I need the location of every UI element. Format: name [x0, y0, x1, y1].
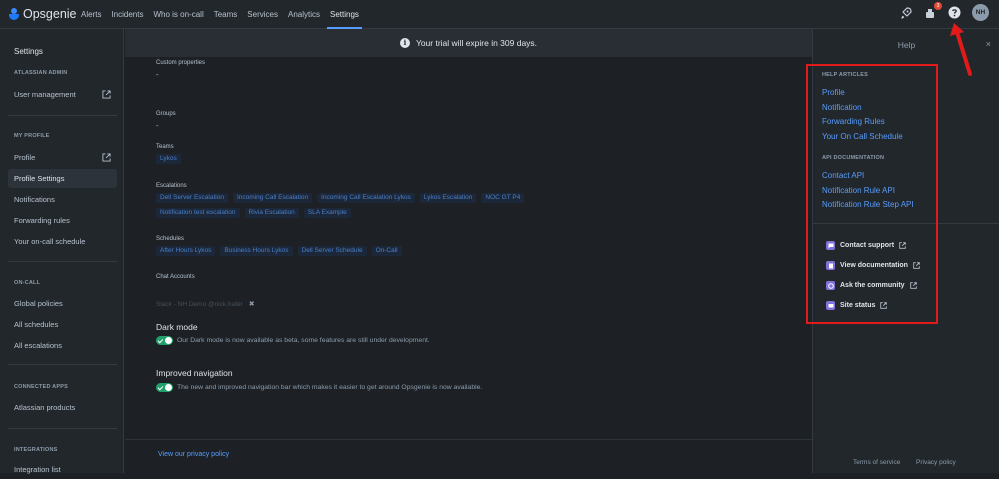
trial-banner: i Your trial will expire in 309 days.: [125, 29, 812, 57]
escalation-chip[interactable]: Incoming Call Escalation Lykos: [317, 193, 415, 203]
notifications-icon[interactable]: 3: [922, 1, 942, 21]
notification-count-badge: 3: [934, 1, 942, 10]
remove-icon[interactable]: ✖: [249, 300, 255, 308]
avatar[interactable]: NH: [972, 4, 989, 21]
escalation-chip[interactable]: NOC GT P4: [481, 193, 525, 203]
schedules-label: Schedules: [156, 236, 185, 242]
sidebar-title: Settings: [14, 47, 43, 56]
dark-mode-toggle[interactable]: [156, 336, 173, 345]
top-icons: 3 NH: [898, 1, 989, 21]
escalation-chip[interactable]: Rivia Escalation: [244, 208, 299, 218]
annotation-arrow-icon: [950, 23, 972, 76]
profile-settings-content: Custom properties - Groups - Teams Lykos…: [125, 57, 812, 473]
terms-of-service-link[interactable]: Terms of service: [853, 459, 900, 466]
escalation-chip[interactable]: Lykos Escalation: [419, 193, 477, 203]
sidebar-item-all-escalations[interactable]: All escalations: [8, 336, 117, 355]
nav-incidents[interactable]: Incidents: [106, 0, 148, 29]
custom-properties-label: Custom properties: [156, 60, 206, 66]
sidebar-divider: [8, 261, 117, 262]
rocket-icon[interactable]: [898, 5, 914, 21]
groups-label: Groups: [156, 111, 176, 117]
sidebar-item-integration-list[interactable]: Integration list: [8, 460, 117, 479]
schedule-chip[interactable]: Business Hours Lykos: [220, 246, 293, 256]
schedule-chip[interactable]: Dell Server Schedule: [297, 246, 367, 256]
dark-mode-title: Dark mode: [156, 322, 198, 332]
sidebar-item-atlassian-products[interactable]: Atlassian products: [8, 398, 117, 417]
opsgenie-logo-icon: [9, 8, 19, 20]
schedule-chip[interactable]: On-Call: [371, 246, 402, 256]
section-connected-apps: CONNECTED APPS: [14, 384, 68, 390]
nav-settings[interactable]: Settings: [325, 0, 364, 29]
opsgenie-logo[interactable]: Opsgenie: [9, 7, 77, 21]
sidebar-divider: [8, 428, 117, 429]
external-link-icon: [102, 153, 111, 162]
dark-mode-row: Our Dark mode is now available as beta, …: [156, 336, 430, 345]
improved-navigation-description: The new and improved navigation bar whic…: [177, 384, 483, 391]
sidebar-item-all-schedules[interactable]: All schedules: [8, 315, 117, 334]
sidebar-divider: [8, 115, 117, 116]
section-integrations: INTEGRATIONS: [14, 447, 58, 453]
dark-mode-description: Our Dark mode is now available as beta, …: [177, 337, 430, 344]
teams-label: Teams: [156, 144, 174, 150]
team-chip[interactable]: Lykos: [156, 154, 181, 164]
sidebar-item-label: User management: [14, 90, 76, 99]
section-my-profile: MY PROFILE: [14, 133, 50, 139]
escalations-label: Escalations: [156, 183, 187, 189]
sidebar-item-profile-settings[interactable]: Profile Settings: [8, 169, 117, 188]
sidebar-divider: [8, 364, 117, 365]
nav-alerts[interactable]: Alerts: [76, 0, 106, 29]
settings-sidebar: Settings ATLASSIAN ADMIN User management…: [0, 29, 124, 474]
improved-navigation-toggle[interactable]: [156, 383, 173, 392]
sidebar-item-forwarding-rules[interactable]: Forwarding rules: [8, 211, 117, 230]
sidebar-item-profile[interactable]: Profile: [8, 148, 117, 167]
improved-navigation-title: Improved navigation: [156, 368, 233, 378]
section-on-call: ON-CALL: [14, 280, 41, 286]
sidebar-item-label: Profile: [14, 153, 36, 162]
privacy-policy-link[interactable]: View our privacy policy: [158, 451, 229, 458]
escalation-chip[interactable]: SLA Example: [303, 208, 351, 218]
info-icon: i: [399, 38, 410, 48]
chat-account: Slack - NH Demo @nick.hafer ✖: [156, 300, 255, 309]
section-atlassian-admin: ATLASSIAN ADMIN: [14, 70, 68, 76]
close-icon[interactable]: ×: [986, 39, 991, 49]
highlight-box: [806, 64, 938, 324]
escalations-chips: Dell Server Escalation Incoming Call Esc…: [156, 193, 596, 218]
groups-value: -: [156, 121, 159, 130]
teams-chips: Lykos: [156, 154, 596, 164]
privacy-policy-link[interactable]: Privacy policy: [916, 459, 956, 466]
schedules-chips: After Hours Lykos Business Hours Lykos D…: [156, 246, 596, 256]
custom-properties-value: -: [156, 70, 159, 79]
trial-text: Your trial will expire in 309 days.: [415, 38, 538, 48]
chat-account-value: Slack - NH Demo @nick.hafer: [156, 300, 243, 308]
external-link-icon: [102, 90, 111, 99]
sidebar-item-oncall-schedule[interactable]: Your on-call schedule: [8, 232, 117, 251]
nav-analytics[interactable]: Analytics: [283, 0, 325, 29]
help-icon[interactable]: [946, 5, 962, 21]
nav-who-is-on-call[interactable]: Who is on-call: [148, 0, 208, 29]
escalation-chip[interactable]: Dell Server Escalation: [156, 193, 228, 203]
nav-teams[interactable]: Teams: [209, 0, 243, 29]
sidebar-item-notifications[interactable]: Notifications: [8, 190, 117, 209]
escalation-chip[interactable]: Notification test escalation: [156, 208, 240, 218]
nav-services[interactable]: Services: [242, 0, 283, 29]
escalation-chip[interactable]: Incoming Call Escalation: [232, 193, 313, 203]
schedule-chip[interactable]: After Hours Lykos: [156, 246, 216, 256]
sidebar-item-global-policies[interactable]: Global policies: [8, 294, 117, 313]
app-name: Opsgenie: [23, 7, 77, 21]
footer-divider: [125, 439, 812, 440]
nav-items: Alerts Incidents Who is on-call Teams Se…: [76, 0, 364, 29]
improved-navigation-row: The new and improved navigation bar whic…: [156, 383, 482, 392]
top-navigation: Opsgenie Alerts Incidents Who is on-call…: [0, 0, 999, 29]
sidebar-item-user-management[interactable]: User management: [8, 85, 117, 104]
chat-accounts-label: Chat Accounts: [156, 274, 195, 280]
